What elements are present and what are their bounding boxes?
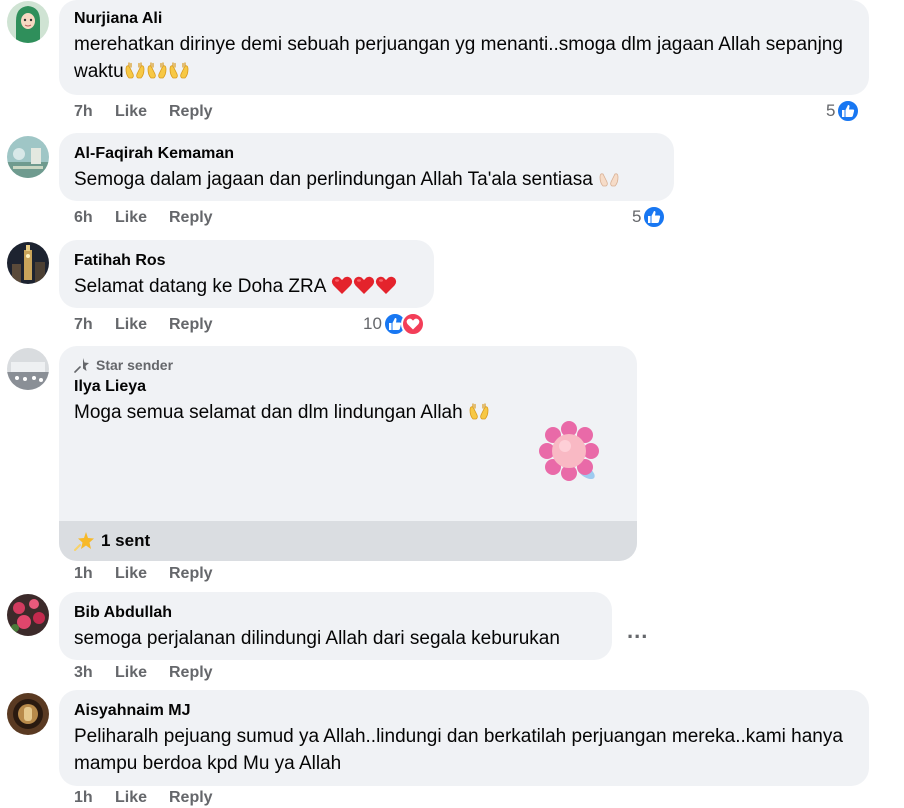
comment-time[interactable]: 1h bbox=[74, 789, 115, 807]
comment-author[interactable]: Fatihah Ros bbox=[74, 251, 419, 271]
comment-actions: 1h Like Reply bbox=[74, 565, 213, 583]
comment-author[interactable]: Ilya Lieya bbox=[74, 377, 622, 397]
pink-flower-sticker[interactable] bbox=[538, 420, 600, 486]
reaction-count: 5 bbox=[826, 101, 836, 120]
comment-time[interactable]: 7h bbox=[74, 103, 115, 121]
reply-button[interactable]: Reply bbox=[169, 209, 213, 227]
love-icon bbox=[400, 312, 425, 336]
red-heart-emoji bbox=[375, 275, 397, 295]
reaction-summary[interactable]: 5 bbox=[826, 99, 861, 123]
like-icon bbox=[836, 99, 861, 123]
comment-bubble: Bib Abdullah semoga perjalanan dilindung… bbox=[59, 592, 612, 660]
comment-text: Semoga dalam jagaan dan perlindungan All… bbox=[74, 166, 659, 193]
reply-button[interactable]: Reply bbox=[169, 789, 213, 807]
star-icon bbox=[74, 532, 94, 551]
reaction-count: 5 bbox=[632, 207, 642, 226]
comment-actions: 6h Like Reply bbox=[74, 209, 213, 227]
palms-up-together-emoji bbox=[168, 62, 190, 80]
comment-bubble: Star sender Ilya Lieya Moga semua selama… bbox=[59, 346, 637, 561]
palms-up-together-emoji bbox=[124, 62, 146, 80]
like-button[interactable]: Like bbox=[115, 565, 169, 583]
avatar[interactable] bbox=[7, 136, 49, 178]
comment-time[interactable]: 3h bbox=[74, 664, 115, 682]
reaction-count: 10 bbox=[363, 314, 382, 333]
comment-text: merehatkan dirinye demi sebuah perjuanga… bbox=[74, 31, 854, 85]
red-heart-emoji bbox=[353, 275, 375, 295]
comment-text-body: Semoga dalam jagaan dan perlindungan All… bbox=[74, 169, 593, 190]
comment-author[interactable]: Al-Faqirah Kemaman bbox=[74, 144, 659, 164]
like-button[interactable]: Like bbox=[115, 789, 169, 807]
like-icon bbox=[642, 205, 667, 229]
like-button[interactable]: Like bbox=[115, 103, 169, 121]
comment-text-body: Selamat datang ke Doha ZRA bbox=[74, 276, 326, 297]
avatar[interactable] bbox=[7, 242, 49, 284]
comment-author[interactable]: Bib Abdullah bbox=[74, 603, 597, 623]
star-sender-badge: Star sender bbox=[74, 356, 622, 374]
comment-time[interactable]: 6h bbox=[74, 209, 115, 227]
comment-time[interactable]: 1h bbox=[74, 565, 115, 583]
comment-text: Selamat datang ke Doha ZRA bbox=[74, 273, 419, 300]
like-button[interactable]: Like bbox=[115, 209, 169, 227]
avatar[interactable] bbox=[7, 1, 49, 43]
palms-up-together-emoji bbox=[598, 170, 620, 188]
comment-bubble: Nurjiana Ali merehatkan dirinye demi seb… bbox=[59, 0, 869, 95]
avatar[interactable] bbox=[7, 348, 49, 390]
reaction-summary[interactable]: 10 bbox=[363, 312, 425, 336]
like-button[interactable]: Like bbox=[115, 316, 169, 334]
comment-text: Peliharalh pejuang sumud ya Allah..lindu… bbox=[74, 726, 843, 774]
comment-time[interactable]: 7h bbox=[74, 316, 115, 334]
reply-button[interactable]: Reply bbox=[169, 103, 213, 121]
reaction-summary[interactable]: 5 bbox=[632, 205, 667, 229]
comment-bubble: Fatihah Ros Selamat datang ke Doha ZRA bbox=[59, 240, 434, 308]
stars-sent-bar[interactable]: 1 sent bbox=[59, 521, 637, 561]
reply-button[interactable]: Reply bbox=[169, 565, 213, 583]
star-sender-icon bbox=[74, 358, 89, 373]
comment-bubble: Aisyahnaim MJ Peliharalh pejuang sumud y… bbox=[59, 690, 869, 786]
avatar[interactable] bbox=[7, 693, 49, 735]
comment-bubble: Al-Faqirah Kemaman Semoga dalam jagaan d… bbox=[59, 133, 674, 201]
reply-button[interactable]: Reply bbox=[169, 664, 213, 682]
palms-up-together-emoji bbox=[146, 62, 168, 80]
comment-actions: 7h Like Reply bbox=[74, 103, 213, 121]
comment-text: semoga perjalanan dilindungi Allah dari … bbox=[74, 628, 560, 649]
palms-up-together-emoji bbox=[468, 403, 490, 421]
comment-actions: 7h Like Reply bbox=[74, 316, 213, 334]
comment-author[interactable]: Nurjiana Ali bbox=[74, 9, 854, 29]
stars-sent-label: 1 sent bbox=[101, 531, 151, 550]
comment-author[interactable]: Aisyahnaim MJ bbox=[74, 701, 854, 721]
star-sender-label: Star sender bbox=[96, 357, 174, 373]
reply-button[interactable]: Reply bbox=[169, 316, 213, 334]
comment-actions: 1h Like Reply bbox=[74, 789, 213, 807]
comment-actions: 3h Like Reply bbox=[74, 664, 213, 682]
red-heart-emoji bbox=[331, 275, 353, 295]
like-button[interactable]: Like bbox=[115, 664, 169, 682]
more-options-button[interactable]: ... bbox=[627, 618, 648, 644]
comment-text-body: Moga semua selamat dan dlm lindungan All… bbox=[74, 402, 463, 423]
avatar[interactable] bbox=[7, 594, 49, 636]
